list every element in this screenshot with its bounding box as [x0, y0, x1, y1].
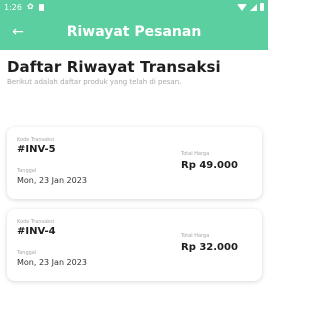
total-price-label: Total Harga	[181, 151, 210, 157]
settings-icon: ✿	[26, 2, 34, 11]
total-price: Rp 49.000	[181, 160, 238, 171]
transaction-date: Mon, 23 Jan 2023	[17, 176, 87, 185]
app-bar: ← Riwayat Pesanan	[0, 14, 268, 50]
status-time: 1:26	[4, 2, 22, 12]
total-price: Rp 32.000	[181, 242, 238, 253]
battery-icon	[260, 3, 264, 11]
order-card[interactable]: Kode Transaksi #INV-5 Tanggal Mon, 23 Ja…	[7, 127, 262, 199]
arrow-left-icon: ←	[12, 24, 24, 40]
order-card[interactable]: Kode Transaksi #INV-4 Tanggal Mon, 23 Ja…	[7, 209, 262, 281]
wifi-icon	[237, 3, 247, 11]
sim-card-icon	[38, 3, 44, 11]
transaction-code: #INV-4	[17, 226, 56, 237]
app-bar-title: Riwayat Pesanan	[66, 24, 202, 40]
transaction-code-label: Kode Transaksi	[17, 137, 55, 143]
signal-icon	[250, 3, 257, 11]
date-label: Tanggal	[17, 250, 37, 256]
page-title: Daftar Riwayat Transaksi	[7, 58, 221, 76]
transaction-code: #INV-5	[17, 144, 56, 155]
page-subtitle: Berikut adalah daftar produk yang telah …	[7, 78, 182, 86]
date-label: Tanggal	[17, 168, 37, 174]
transaction-code-label: Kode Transaksi	[17, 219, 55, 225]
transaction-date: Mon, 23 Jan 2023	[17, 258, 87, 267]
back-button[interactable]: ←	[0, 14, 36, 50]
total-price-label: Total Harga	[181, 233, 210, 239]
status-bar: 1:26 ✿	[0, 0, 268, 14]
